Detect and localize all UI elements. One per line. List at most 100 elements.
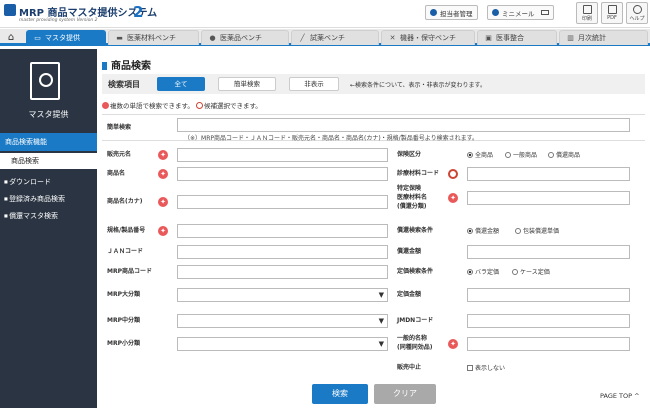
- material-code-input[interactable]: [467, 167, 630, 181]
- checkbox-hide-discontinued[interactable]: 表示しない: [467, 363, 505, 372]
- chevron-down-icon: ▼: [378, 317, 384, 325]
- main-nav: ⌂ ▭ マスタ提供 ▬ 医薬材料ベンチ ● 医薬品ベンチ ╱ 試薬ベンチ ✕ 機器・保守ベ…: [0, 29, 650, 46]
- tab-master[interactable]: ▭ マスタ提供: [26, 30, 106, 45]
- radio-label: 償還商品: [556, 152, 581, 159]
- segment-simple[interactable]: 簡単検索: [218, 77, 276, 91]
- segment-all[interactable]: 全て: [157, 77, 205, 91]
- label-jmdn-code: JMDNコード: [397, 317, 434, 324]
- tab-reagent[interactable]: ╱ 試薬ベンチ: [291, 30, 379, 45]
- form-grid: 販売元名 ✦ 商品名 ✦ 商品名(カナ) ✦ 規格/製品番号 ✦ ＪＡＮコード …: [102, 141, 645, 413]
- chevron-down-icon: ▼: [378, 291, 384, 299]
- hint-pin-text: 候補選択できます。: [203, 102, 262, 110]
- app-subtitle: master providing system Version 2: [19, 18, 98, 23]
- mrp-major-select[interactable]: ▼: [177, 288, 388, 302]
- simple-search-input[interactable]: [177, 118, 630, 132]
- info-icon: [430, 9, 437, 16]
- checkbox-label: 表示しない: [475, 365, 506, 372]
- label-mrp-minor: MRP小分類: [107, 340, 140, 347]
- help-label: ヘルプ: [629, 16, 645, 22]
- label-mrp-middle: MRP中分類: [107, 317, 140, 324]
- app-version: 2: [133, 3, 144, 21]
- pin-icon[interactable]: [448, 169, 458, 179]
- monitor-icon: ▭: [34, 34, 41, 42]
- label-seller-name: 販売元名: [107, 151, 132, 158]
- sidebar-item-reimbursement-search[interactable]: 償還マスタ検索: [4, 211, 58, 221]
- label-reimbursement-amount: 償還金額: [397, 248, 422, 255]
- main-content: 商品検索 検索項目 全て 簡単検索 非表示 ←検索条件について、表示・非表示が変…: [97, 49, 650, 408]
- radio-package-unit-price[interactable]: 包装償還単価: [515, 226, 559, 235]
- segment-hide[interactable]: 非表示: [289, 77, 339, 91]
- pdf-button[interactable]: PDF: [601, 2, 623, 24]
- radio-reimbursement-products[interactable]: 償還商品: [548, 150, 580, 159]
- home-icon[interactable]: ⌂: [2, 31, 20, 44]
- label-specified-material-1: 特定保険: [397, 185, 422, 192]
- search-bar-note: ←検索条件について、表示・非表示が変わります。: [350, 82, 486, 89]
- chart-icon: ▥: [567, 34, 574, 42]
- radio-label: 包装償還単価: [523, 228, 560, 235]
- radio-selected-icon: [467, 228, 473, 234]
- search-item-label: 検索項目: [108, 80, 140, 89]
- tab-label: 医薬品ベンチ: [220, 34, 262, 42]
- print-button[interactable]: 印刷: [576, 2, 598, 24]
- label-spec-number: 規格/製品番号: [107, 227, 146, 234]
- star-icon: ✦: [448, 339, 458, 349]
- radio-unit-price[interactable]: バラ定価: [467, 267, 499, 276]
- screen-icon: ▣: [485, 34, 492, 42]
- radio-all-products[interactable]: 全商品: [467, 150, 493, 159]
- minimail-button[interactable]: ミニメール: [487, 5, 554, 20]
- tab-medical-affairs[interactable]: ▣ 医事整合: [477, 30, 557, 45]
- label-product-kana: 商品名(カナ): [107, 198, 143, 205]
- star-icon: [102, 102, 109, 109]
- generic-name-input[interactable]: [467, 337, 630, 351]
- clear-button[interactable]: クリア: [374, 384, 436, 404]
- radio-icon: [512, 269, 518, 275]
- manager-button[interactable]: 担当者管理: [425, 5, 478, 20]
- sidebar-item-registered-search[interactable]: 登録済み商品検索: [4, 194, 65, 204]
- print-label: 印刷: [581, 16, 592, 22]
- radio-case-price[interactable]: ケース定価: [512, 267, 550, 276]
- search-button[interactable]: 検索: [312, 384, 368, 404]
- label-specified-material-3: (償還分類): [397, 203, 427, 210]
- sidebar-item-product-search[interactable]: 商品検索: [0, 153, 97, 169]
- label-insurance-category: 保険区分: [397, 151, 422, 158]
- search-hint: 複数の単語で検索できます。 候補選択できます。: [102, 100, 262, 110]
- jmdn-code-input[interactable]: [467, 314, 630, 328]
- tab-medical-material[interactable]: ▬ 医薬材料ベンチ: [108, 30, 199, 45]
- radio-icon: [548, 152, 554, 158]
- seller-name-input[interactable]: [177, 148, 388, 162]
- radio-selected-icon: [467, 269, 473, 275]
- tab-label: 月次統計: [578, 34, 606, 42]
- product-name-input[interactable]: [177, 167, 388, 181]
- reimbursement-amount-input[interactable]: [467, 245, 630, 259]
- mrp-code-input[interactable]: [177, 265, 388, 279]
- star-icon: ✦: [158, 197, 168, 207]
- radio-general-products[interactable]: 一般商品: [505, 150, 537, 159]
- sidebar: マスタ提供 商品検索機能 商品検索 ダウンロード 登録済み商品検索 償還マスタ検…: [0, 49, 97, 408]
- specified-material-input[interactable]: [467, 191, 630, 205]
- list-price-amount-input[interactable]: [467, 288, 630, 302]
- label-specified-material-2: 医療材料名: [397, 194, 428, 201]
- pill-icon: ●: [209, 34, 216, 42]
- page-top-link[interactable]: PAGE TOP ^: [600, 392, 640, 400]
- page-top-label: PAGE TOP: [600, 392, 633, 400]
- mrp-middle-select[interactable]: ▼: [177, 314, 388, 328]
- jan-code-input[interactable]: [177, 245, 388, 259]
- label-discontinued: 販売中止: [397, 364, 422, 371]
- tab-monthly-stats[interactable]: ▥ 月次統計: [559, 30, 648, 45]
- manager-label: 担当者管理: [440, 9, 473, 18]
- sidebar-section-product-search[interactable]: 商品検索機能: [0, 133, 97, 151]
- tab-equipment[interactable]: ✕ 機器・保守ベンチ: [381, 30, 475, 45]
- sidebar-item-download[interactable]: ダウンロード: [4, 177, 51, 187]
- radio-label: ケース定価: [520, 269, 550, 276]
- radio-label: 一般商品: [513, 152, 538, 159]
- star-icon: ✦: [158, 226, 168, 236]
- tab-medicine[interactable]: ● 医薬品ベンチ: [201, 30, 289, 45]
- product-kana-input[interactable]: [177, 195, 388, 209]
- radio-reimbursement-amount[interactable]: 償還金額: [467, 226, 499, 235]
- checkbox-icon: [467, 365, 473, 371]
- help-button[interactable]: ヘルプ: [626, 2, 648, 24]
- label-list-price-condition: 定価検索条件: [397, 268, 434, 275]
- mrp-minor-select[interactable]: ▼: [177, 337, 388, 351]
- label-generic-name-2: (同種同効品): [397, 344, 433, 351]
- spec-number-input[interactable]: [177, 224, 388, 238]
